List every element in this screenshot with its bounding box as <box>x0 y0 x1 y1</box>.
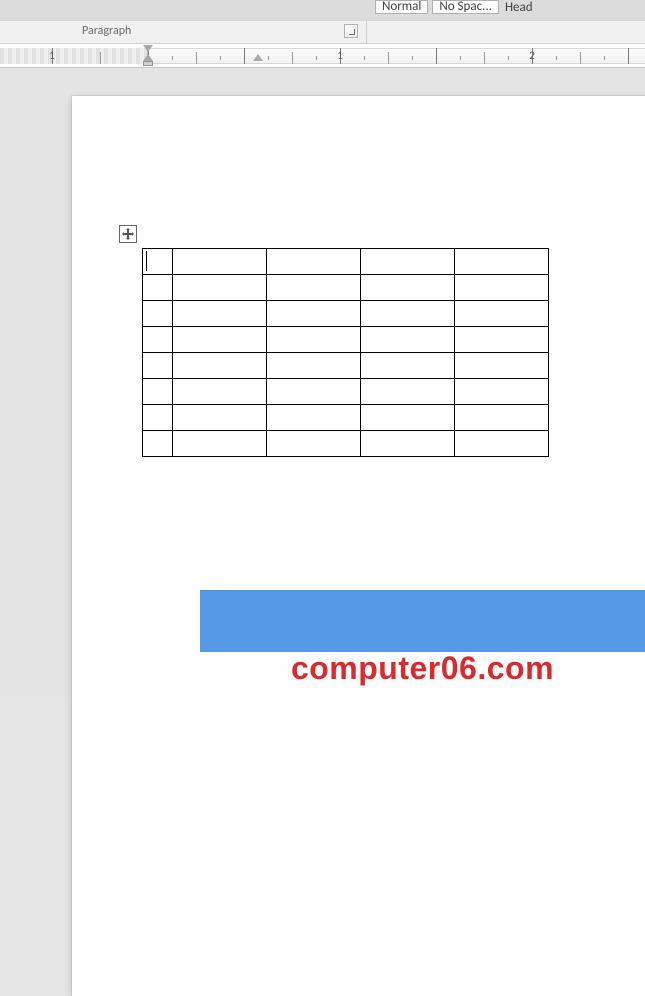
ruler-tick <box>172 56 173 60</box>
ruler-tick <box>220 56 221 60</box>
move-icon <box>122 228 134 240</box>
horizontal-ruler[interactable]: 1 1 2 <box>0 44 645 68</box>
style-nospacing-button[interactable]: No Spac... <box>432 0 499 14</box>
ruler-tick <box>460 56 461 60</box>
ruler-tick <box>604 56 605 60</box>
table-cell[interactable] <box>143 431 173 457</box>
table-row[interactable] <box>143 327 549 353</box>
table-row[interactable] <box>143 379 549 405</box>
table-row[interactable] <box>143 249 549 275</box>
table-cell[interactable] <box>143 379 173 405</box>
table-cell[interactable] <box>455 301 549 327</box>
table-cell[interactable] <box>455 405 549 431</box>
table-cell[interactable] <box>361 353 455 379</box>
table-row[interactable] <box>143 431 549 457</box>
style-normal-button[interactable]: Normal <box>375 0 428 14</box>
ruler-tick <box>292 52 293 64</box>
table-cell[interactable] <box>143 301 173 327</box>
ruler-tick <box>508 56 509 60</box>
ruler-tick <box>436 48 437 64</box>
table-cell[interactable] <box>173 275 267 301</box>
table-cell[interactable] <box>361 249 455 275</box>
table-cell[interactable] <box>173 327 267 353</box>
table-cell[interactable] <box>361 301 455 327</box>
table-cell[interactable] <box>361 327 455 353</box>
group-divider <box>366 21 367 43</box>
document-table[interactable] <box>142 248 549 457</box>
left-indent-marker[interactable] <box>143 61 153 66</box>
table-cell[interactable] <box>173 431 267 457</box>
table-cell[interactable] <box>267 405 361 431</box>
ruler-tick <box>316 56 317 60</box>
table-cell[interactable] <box>455 379 549 405</box>
table-cell[interactable] <box>455 431 549 457</box>
table-cell[interactable] <box>361 275 455 301</box>
ruler-tick <box>484 52 485 64</box>
table-cell[interactable] <box>267 249 361 275</box>
table-row[interactable] <box>143 301 549 327</box>
table-row[interactable] <box>143 275 549 301</box>
table-cell[interactable] <box>173 249 267 275</box>
table-cell[interactable] <box>267 379 361 405</box>
paragraph-dialog-launcher[interactable] <box>344 24 358 38</box>
ruler-tick <box>580 52 581 64</box>
table-cell[interactable] <box>267 275 361 301</box>
ruler-left-margin[interactable] <box>0 48 148 64</box>
table-cell[interactable] <box>267 301 361 327</box>
ruler-tick <box>412 56 413 60</box>
table-cell[interactable] <box>267 353 361 379</box>
first-line-indent-marker[interactable] <box>143 45 153 52</box>
ruler-tick <box>100 52 101 64</box>
table-cell[interactable] <box>143 327 173 353</box>
table-move-handle[interactable] <box>119 225 137 243</box>
table-cell[interactable] <box>143 405 173 431</box>
table-cell[interactable] <box>267 327 361 353</box>
ruler-tick <box>244 48 245 64</box>
table-cell[interactable] <box>361 405 455 431</box>
table-cell[interactable] <box>267 431 361 457</box>
ruler-tick <box>556 56 557 60</box>
ruler-tick <box>268 56 269 60</box>
ruler-tick <box>388 52 389 64</box>
watermark-bar <box>200 590 645 652</box>
ribbon-top: Normal No Spac... Head <box>0 0 645 20</box>
table-row[interactable] <box>143 405 549 431</box>
style-heading-button[interactable]: Head <box>503 0 535 14</box>
watermark-text: computer06.com <box>200 650 645 687</box>
table-cell[interactable] <box>173 301 267 327</box>
table-cell[interactable] <box>143 353 173 379</box>
ruler-number: 1 <box>337 49 343 62</box>
ribbon-group-row: Paragraph <box>0 20 645 44</box>
table-cell[interactable] <box>143 249 173 275</box>
table-cell[interactable] <box>455 353 549 379</box>
ruler-number: 1 <box>49 49 55 62</box>
right-indent-marker[interactable] <box>253 54 263 61</box>
table-cell[interactable] <box>455 327 549 353</box>
ruler-tick <box>364 56 365 60</box>
table-cell[interactable] <box>361 431 455 457</box>
paragraph-group-label: Paragraph <box>82 24 131 38</box>
table-cell[interactable] <box>143 275 173 301</box>
ruler-tick <box>196 52 197 64</box>
text-cursor <box>146 251 147 271</box>
ruler-tick <box>628 48 629 64</box>
table-row[interactable] <box>143 353 549 379</box>
table-cell[interactable] <box>173 379 267 405</box>
table-cell[interactable] <box>455 249 549 275</box>
table-cell[interactable] <box>455 275 549 301</box>
table-cell[interactable] <box>173 405 267 431</box>
table-cell[interactable] <box>361 379 455 405</box>
hanging-indent-marker[interactable] <box>143 54 153 61</box>
table-cell[interactable] <box>173 353 267 379</box>
document-page[interactable] <box>72 96 645 996</box>
style-gallery: Normal No Spac... Head <box>375 0 535 14</box>
ruler-number: 2 <box>529 49 535 62</box>
